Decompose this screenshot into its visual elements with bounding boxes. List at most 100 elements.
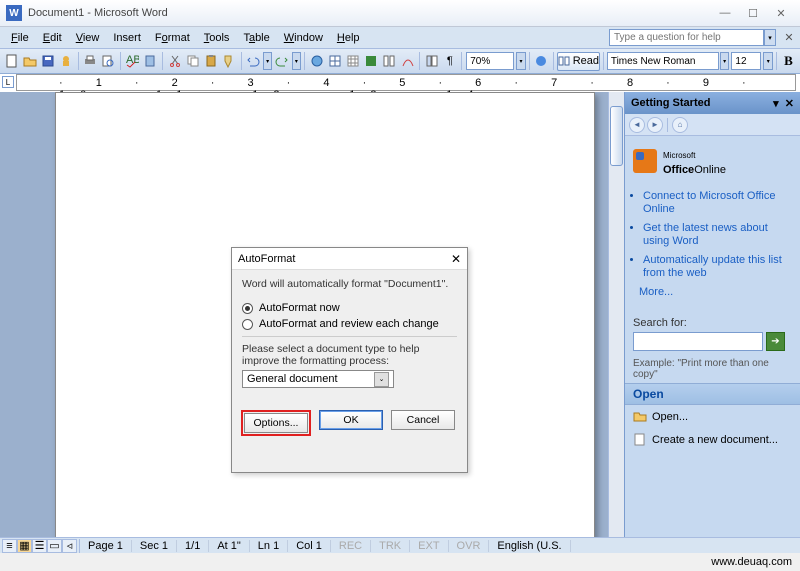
vertical-scrollbar[interactable] (608, 92, 624, 537)
open-section-header: Open (625, 383, 800, 405)
save-icon[interactable] (39, 51, 56, 71)
scrollbar-thumb[interactable] (610, 106, 623, 166)
copy-icon[interactable] (184, 51, 201, 71)
taskpane-links: Connect to Microsoft Office Online Get t… (625, 186, 800, 313)
ok-button[interactable]: OK (319, 410, 383, 430)
doctype-prompt: Please select a document type to help im… (242, 343, 457, 367)
redo-dropdown[interactable]: ▾ (292, 52, 302, 70)
permission-icon[interactable] (58, 51, 75, 71)
menu-help[interactable]: Help (330, 30, 367, 46)
zoom-dropdown[interactable]: ▾ (516, 52, 526, 70)
print-preview-icon[interactable] (100, 51, 117, 71)
maximize-button[interactable]: ☐ (740, 4, 766, 22)
search-example: Example: "Print more than one copy" (625, 355, 800, 383)
new-doc-icon[interactable] (3, 51, 20, 71)
doc-close-button[interactable]: ✕ (782, 31, 796, 45)
insert-table-icon[interactable] (344, 51, 361, 71)
status-section: Sec 1 (132, 540, 177, 552)
cut-icon[interactable] (166, 51, 183, 71)
create-doc-link[interactable]: Create a new document... (625, 428, 800, 451)
open-link[interactable]: Open... (625, 405, 800, 428)
radio-autoformat-now[interactable]: AutoFormat now (242, 302, 457, 314)
status-ovr[interactable]: OVR (449, 540, 490, 552)
menu-tools[interactable]: Tools (197, 30, 237, 46)
dialog-close-icon[interactable]: ✕ (451, 252, 461, 266)
options-button[interactable]: Options... (244, 413, 308, 433)
redo-icon[interactable] (273, 51, 290, 71)
excel-icon[interactable] (363, 51, 380, 71)
title-bar: W Document1 - Microsoft Word — ☐ ✕ (0, 0, 800, 27)
status-trk[interactable]: TRK (371, 540, 410, 552)
standard-toolbar: ABC ▾ ▾ ¶ ▾ Read ▾ ▾ B (0, 49, 800, 74)
home-icon[interactable]: ⌂ (672, 117, 688, 133)
folder-open-icon (633, 410, 647, 423)
tab-selector[interactable]: L (2, 76, 14, 88)
search-input[interactable] (633, 332, 763, 351)
search-go-button[interactable]: ➔ (766, 332, 785, 351)
font-size-dropdown[interactable]: ▾ (763, 52, 773, 70)
columns-icon[interactable] (381, 51, 398, 71)
spelling-icon[interactable]: ABC (124, 51, 141, 71)
taskpane-controls: ▾ ✕ (773, 97, 794, 110)
menu-file[interactable]: File (4, 30, 36, 46)
open-icon[interactable] (21, 51, 38, 71)
read-button[interactable]: Read (557, 52, 600, 71)
font-dropdown[interactable]: ▾ (720, 52, 730, 70)
tables-borders-icon[interactable] (326, 51, 343, 71)
paste-icon[interactable] (202, 51, 219, 71)
link-connect-office[interactable]: Connect to Microsoft Office Online (643, 190, 775, 215)
status-rec[interactable]: REC (331, 540, 371, 552)
undo-dropdown[interactable]: ▾ (263, 52, 273, 70)
bold-button[interactable]: B (780, 51, 797, 71)
status-pagecount: 1/1 (177, 540, 209, 552)
undo-icon[interactable] (245, 51, 262, 71)
back-icon[interactable]: ◄ (629, 117, 645, 133)
link-latest-news[interactable]: Get the latest news about using Word (643, 222, 768, 247)
menu-table[interactable]: Table (236, 30, 276, 46)
horizontal-ruler[interactable]: · 1 · 2 · 3 · 4 · 5 · 6 · 7 · 8 · 9 · 10… (16, 74, 796, 91)
menu-view[interactable]: View (69, 30, 107, 46)
doctype-dropdown[interactable]: General document ⌄ (242, 370, 394, 388)
view-reading[interactable]: ◃ (62, 539, 77, 553)
view-normal[interactable]: ≡ (2, 539, 17, 553)
link-more[interactable]: More... (639, 286, 673, 298)
format-painter-icon[interactable] (221, 51, 238, 71)
search-label: Search for: (633, 317, 792, 329)
radio-autoformat-review[interactable]: AutoFormat and review each change (242, 318, 457, 330)
font-size-selector[interactable] (731, 52, 761, 70)
drawing-icon[interactable] (399, 51, 416, 71)
help-dropdown[interactable]: ▾ (764, 29, 776, 46)
forward-icon[interactable]: ► (647, 117, 663, 133)
view-web[interactable]: ▭ (47, 539, 62, 553)
help-icon[interactable] (533, 51, 550, 71)
print-icon[interactable] (82, 51, 99, 71)
dialog-titlebar[interactable]: AutoFormat ✕ (232, 248, 467, 270)
show-marks-icon[interactable]: ¶ (441, 51, 458, 71)
cancel-button[interactable]: Cancel (391, 410, 455, 430)
page-footer: www.deuaq.com (0, 553, 800, 571)
document-area[interactable]: AutoFormat ✕ Word will automatically for… (0, 92, 608, 537)
help-search-input[interactable] (609, 29, 764, 46)
status-at: At 1" (209, 540, 249, 552)
radio-icon (242, 319, 253, 330)
status-page: Page 1 (80, 540, 132, 552)
new-doc-icon (633, 433, 647, 446)
menu-insert[interactable]: Insert (106, 30, 148, 46)
doc-map-icon[interactable] (423, 51, 440, 71)
status-ext[interactable]: EXT (410, 540, 448, 552)
menu-format[interactable]: Format (148, 30, 197, 46)
view-layout[interactable]: ▦ (17, 539, 32, 553)
link-auto-update[interactable]: Automatically update this list from the … (643, 254, 782, 279)
taskpane-header[interactable]: Getting Started ▾ ✕ (625, 92, 800, 114)
minimize-button[interactable]: — (712, 4, 738, 22)
research-icon[interactable] (142, 51, 159, 71)
office-online-logo: MicrosoftOfficeOnline (625, 136, 800, 186)
close-button[interactable]: ✕ (768, 4, 794, 22)
view-outline[interactable]: ☰ (32, 539, 47, 553)
menu-window[interactable]: Window (277, 30, 330, 46)
status-language[interactable]: English (U.S. (489, 540, 570, 552)
zoom-input[interactable] (466, 52, 514, 70)
hyperlink-icon[interactable] (308, 51, 325, 71)
font-selector[interactable] (607, 52, 719, 70)
menu-edit[interactable]: Edit (36, 30, 69, 46)
